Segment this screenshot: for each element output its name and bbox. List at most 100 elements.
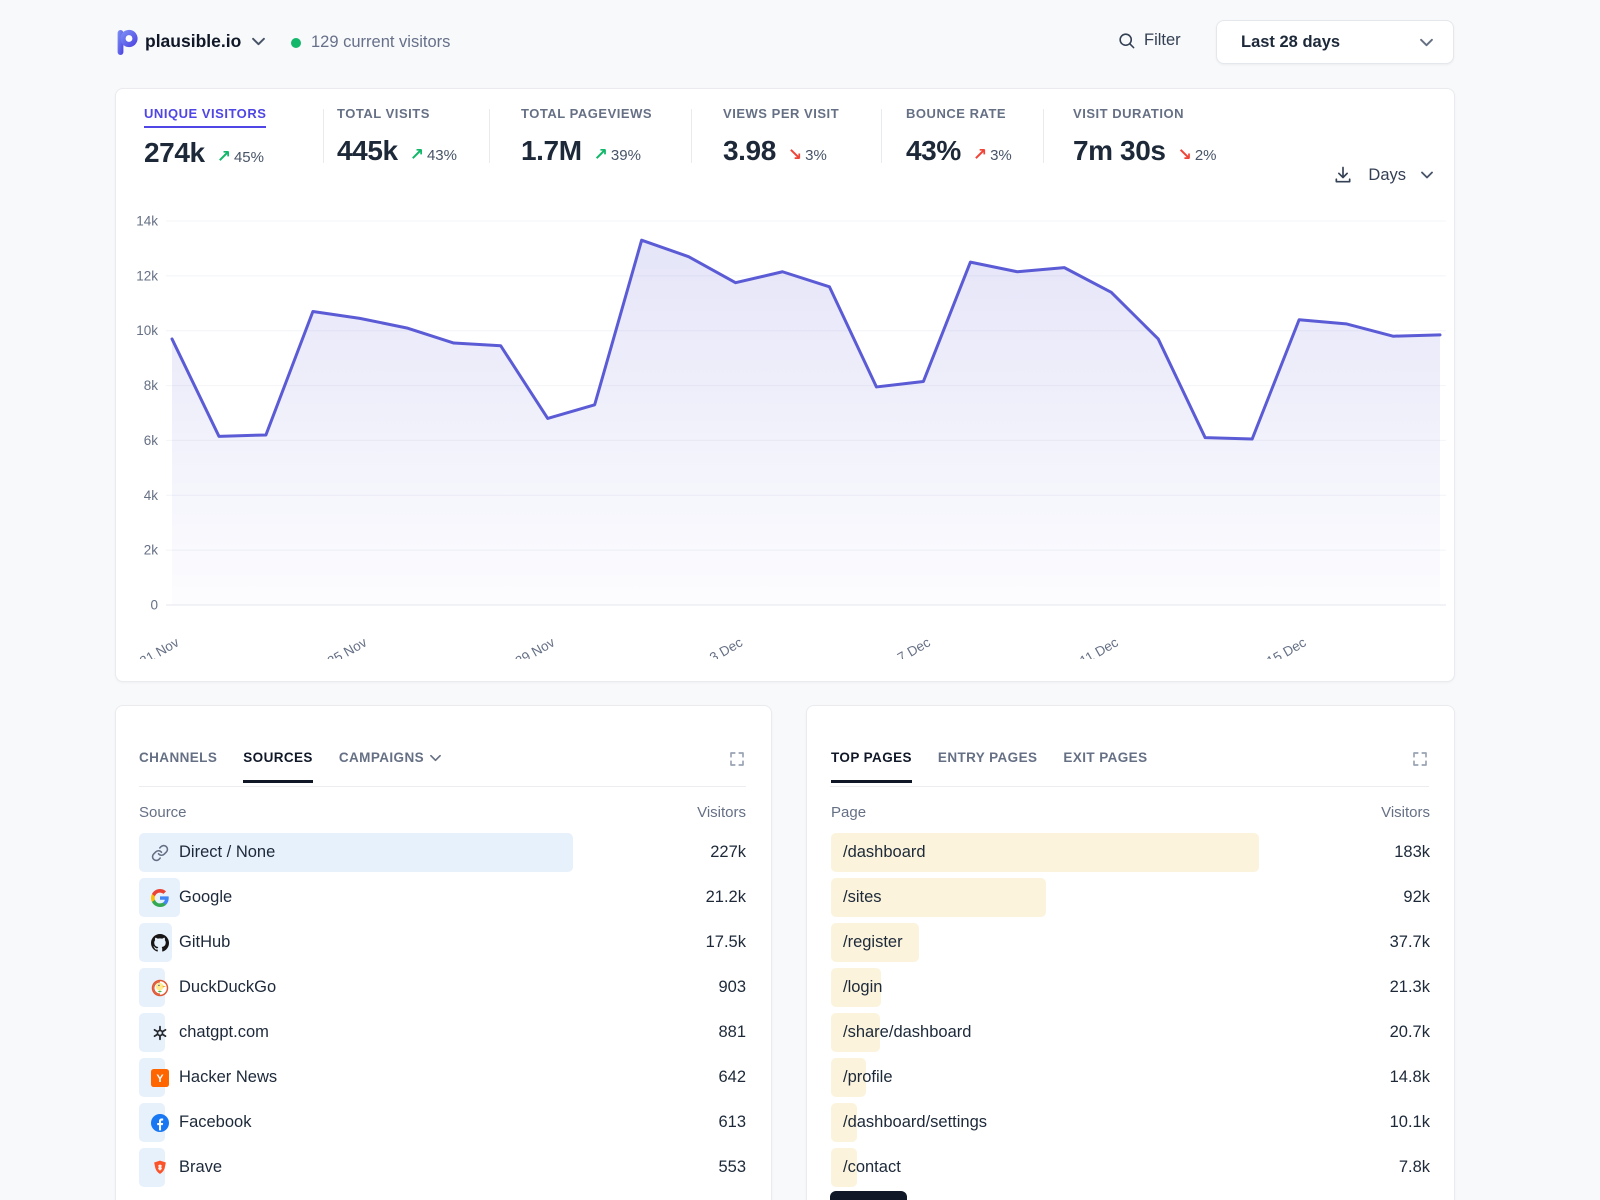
y-axis-label: 2k — [144, 543, 159, 558]
tab-sources[interactable]: SOURCES — [243, 750, 313, 783]
plausible-logo-icon — [115, 27, 141, 57]
stat-visit-duration[interactable]: VISIT DURATION 7m 30s↘2% — [1073, 105, 1217, 167]
row-value: 14.8k — [1390, 1068, 1430, 1087]
source-row[interactable]: Google21.2k — [139, 875, 746, 920]
current-visitors[interactable]: 129 current visitors — [291, 33, 450, 52]
row-label: /dashboard/settings — [843, 1113, 987, 1132]
row-value: 21.2k — [706, 888, 746, 907]
trend-up-icon: ↗ — [410, 145, 424, 165]
page-row[interactable]: /share/dashboard20.7k — [831, 1010, 1430, 1055]
visitors-card: UNIQUE VISITORS274k↗45% TOTAL VISITS445k↗… — [115, 88, 1455, 682]
tab-entry-pages[interactable]: ENTRY PAGES — [938, 750, 1037, 783]
row-label: /dashboard — [843, 843, 926, 862]
y-axis-label: 10k — [136, 323, 158, 338]
y-axis-label: 8k — [144, 378, 159, 393]
visitors-chart[interactable]: 02k4k6k8k10k12k14k21 Nov25 Nov29 Nov3 De… — [116, 209, 1456, 659]
tab-exit-pages[interactable]: EXIT PAGES — [1063, 750, 1147, 783]
expand-icon[interactable] — [1411, 750, 1429, 768]
source-row[interactable]: GitHub17.5k — [139, 920, 746, 965]
stat-change: ↘3% — [788, 145, 827, 165]
partially-visible-element — [830, 1191, 907, 1200]
filter-button[interactable]: Filter — [1117, 31, 1181, 50]
stat-label: VISIT DURATION — [1073, 106, 1184, 126]
y-axis-label: 4k — [144, 488, 159, 503]
stat-label: BOUNCE RATE — [906, 106, 1006, 126]
column-header-page: Page — [831, 804, 866, 821]
stat-total-visits[interactable]: TOTAL VISITS445k↗43% — [337, 105, 457, 167]
brave-icon — [151, 1159, 169, 1177]
stat-change-percent: 3% — [805, 147, 827, 164]
stat-unique-visitors[interactable]: UNIQUE VISITORS274k↗45% — [144, 105, 266, 169]
row-value: 613 — [718, 1113, 746, 1132]
row-label: /sites — [843, 888, 882, 907]
trend-up-icon: ↗ — [217, 147, 231, 167]
chevron-down-icon — [1420, 38, 1433, 47]
x-axis-label: 21 Nov — [137, 634, 182, 659]
tab-label: EXIT PAGES — [1063, 750, 1147, 765]
tab-label: SOURCES — [243, 750, 313, 765]
row-label: chatgpt.com — [179, 1023, 269, 1042]
tab-channels[interactable]: CHANNELS — [139, 750, 217, 783]
row-content: chatgpt.com881 — [139, 1013, 746, 1052]
expand-icon[interactable] — [728, 750, 746, 768]
page-row[interactable]: /register37.7k — [831, 920, 1430, 965]
tab-campaigns[interactable]: CAMPAIGNS — [339, 750, 441, 783]
row-content: Google21.2k — [139, 878, 746, 917]
y-axis-label: 12k — [136, 268, 158, 283]
page-row[interactable]: /dashboard183k — [831, 830, 1430, 875]
stat-value-row: 3.98 ↘3% — [723, 135, 839, 167]
page-row[interactable]: /profile14.8k — [831, 1055, 1430, 1100]
page-row[interactable]: /dashboard/settings10.1k — [831, 1100, 1430, 1145]
page-row[interactable]: /contact7.8k — [831, 1145, 1430, 1190]
github-icon — [151, 934, 169, 952]
source-row[interactable]: Brave553 — [139, 1145, 746, 1190]
stat-value-row: 274k↗45% — [144, 137, 266, 169]
tab-label: TOP PAGES — [831, 750, 912, 765]
site-switcher[interactable]: plausible.io — [145, 31, 265, 52]
row-label: /login — [843, 978, 882, 997]
stat-value: 3.98 — [723, 135, 776, 167]
source-row[interactable]: Direct / None227k — [139, 830, 746, 875]
chevron-down-icon — [430, 754, 441, 762]
row-label: GitHub — [179, 933, 230, 952]
row-content: Brave553 — [139, 1148, 746, 1187]
page-row[interactable]: /login21.3k — [831, 965, 1430, 1010]
row-content: YHacker News642 — [139, 1058, 746, 1097]
pages-list: /dashboard183k/sites92k/register37.7k/lo… — [831, 830, 1430, 1190]
chart-interval-control[interactable]: Days — [1333, 165, 1433, 185]
sources-panel: CHANNELSSOURCESCAMPAIGNS Source Visitors… — [115, 705, 772, 1200]
tab-top-pages[interactable]: TOP PAGES — [831, 750, 912, 783]
trend-up-icon: ↗ — [973, 145, 987, 165]
sources-tabs: CHANNELS SOURCES CAMPAIGNS — [139, 750, 441, 783]
date-range-picker[interactable]: Last 28 days — [1216, 20, 1454, 64]
filter-label: Filter — [1144, 31, 1181, 50]
stat-views-per-visit[interactable]: VIEWS PER VISIT 3.98 ↘3% — [723, 105, 839, 167]
divider — [830, 786, 1429, 787]
row-content: /contact7.8k — [831, 1148, 1430, 1187]
row-content: /dashboard183k — [831, 833, 1430, 872]
divider — [139, 786, 746, 787]
stat-change-percent: 3% — [990, 147, 1012, 164]
source-row[interactable]: Facebook613 — [139, 1100, 746, 1145]
trend-up-icon: ↗ — [594, 145, 608, 165]
site-name: plausible.io — [145, 31, 241, 52]
row-value: 642 — [718, 1068, 746, 1087]
column-header-visitors: Visitors — [697, 804, 746, 821]
stat-bounce-rate[interactable]: BOUNCE RATE43%↗3% — [906, 105, 1012, 167]
row-value: 20.7k — [1390, 1023, 1430, 1042]
x-axis-label: 7 Dec — [895, 634, 933, 659]
row-label: Hacker News — [179, 1068, 277, 1087]
live-dot-icon — [291, 38, 301, 48]
download-icon[interactable] — [1333, 165, 1353, 185]
source-row[interactable]: YHacker News642 — [139, 1055, 746, 1100]
pages-tabs: TOP PAGES ENTRY PAGES EXIT PAGES — [831, 750, 1147, 783]
source-row[interactable]: chatgpt.com881 — [139, 1010, 746, 1055]
page-row[interactable]: /sites92k — [831, 875, 1430, 920]
source-row[interactable]: DuckDuckGo903 — [139, 965, 746, 1010]
stat-total-pageviews[interactable]: TOTAL PAGEVIEWS1.7M↗39% — [521, 105, 652, 167]
row-content: /register37.7k — [831, 923, 1430, 962]
stat-value-row: 7m 30s↘2% — [1073, 135, 1217, 167]
y-axis-label: 14k — [136, 214, 158, 229]
stat-change: ↗3% — [973, 145, 1012, 165]
stat-label: VIEWS PER VISIT — [723, 106, 839, 126]
